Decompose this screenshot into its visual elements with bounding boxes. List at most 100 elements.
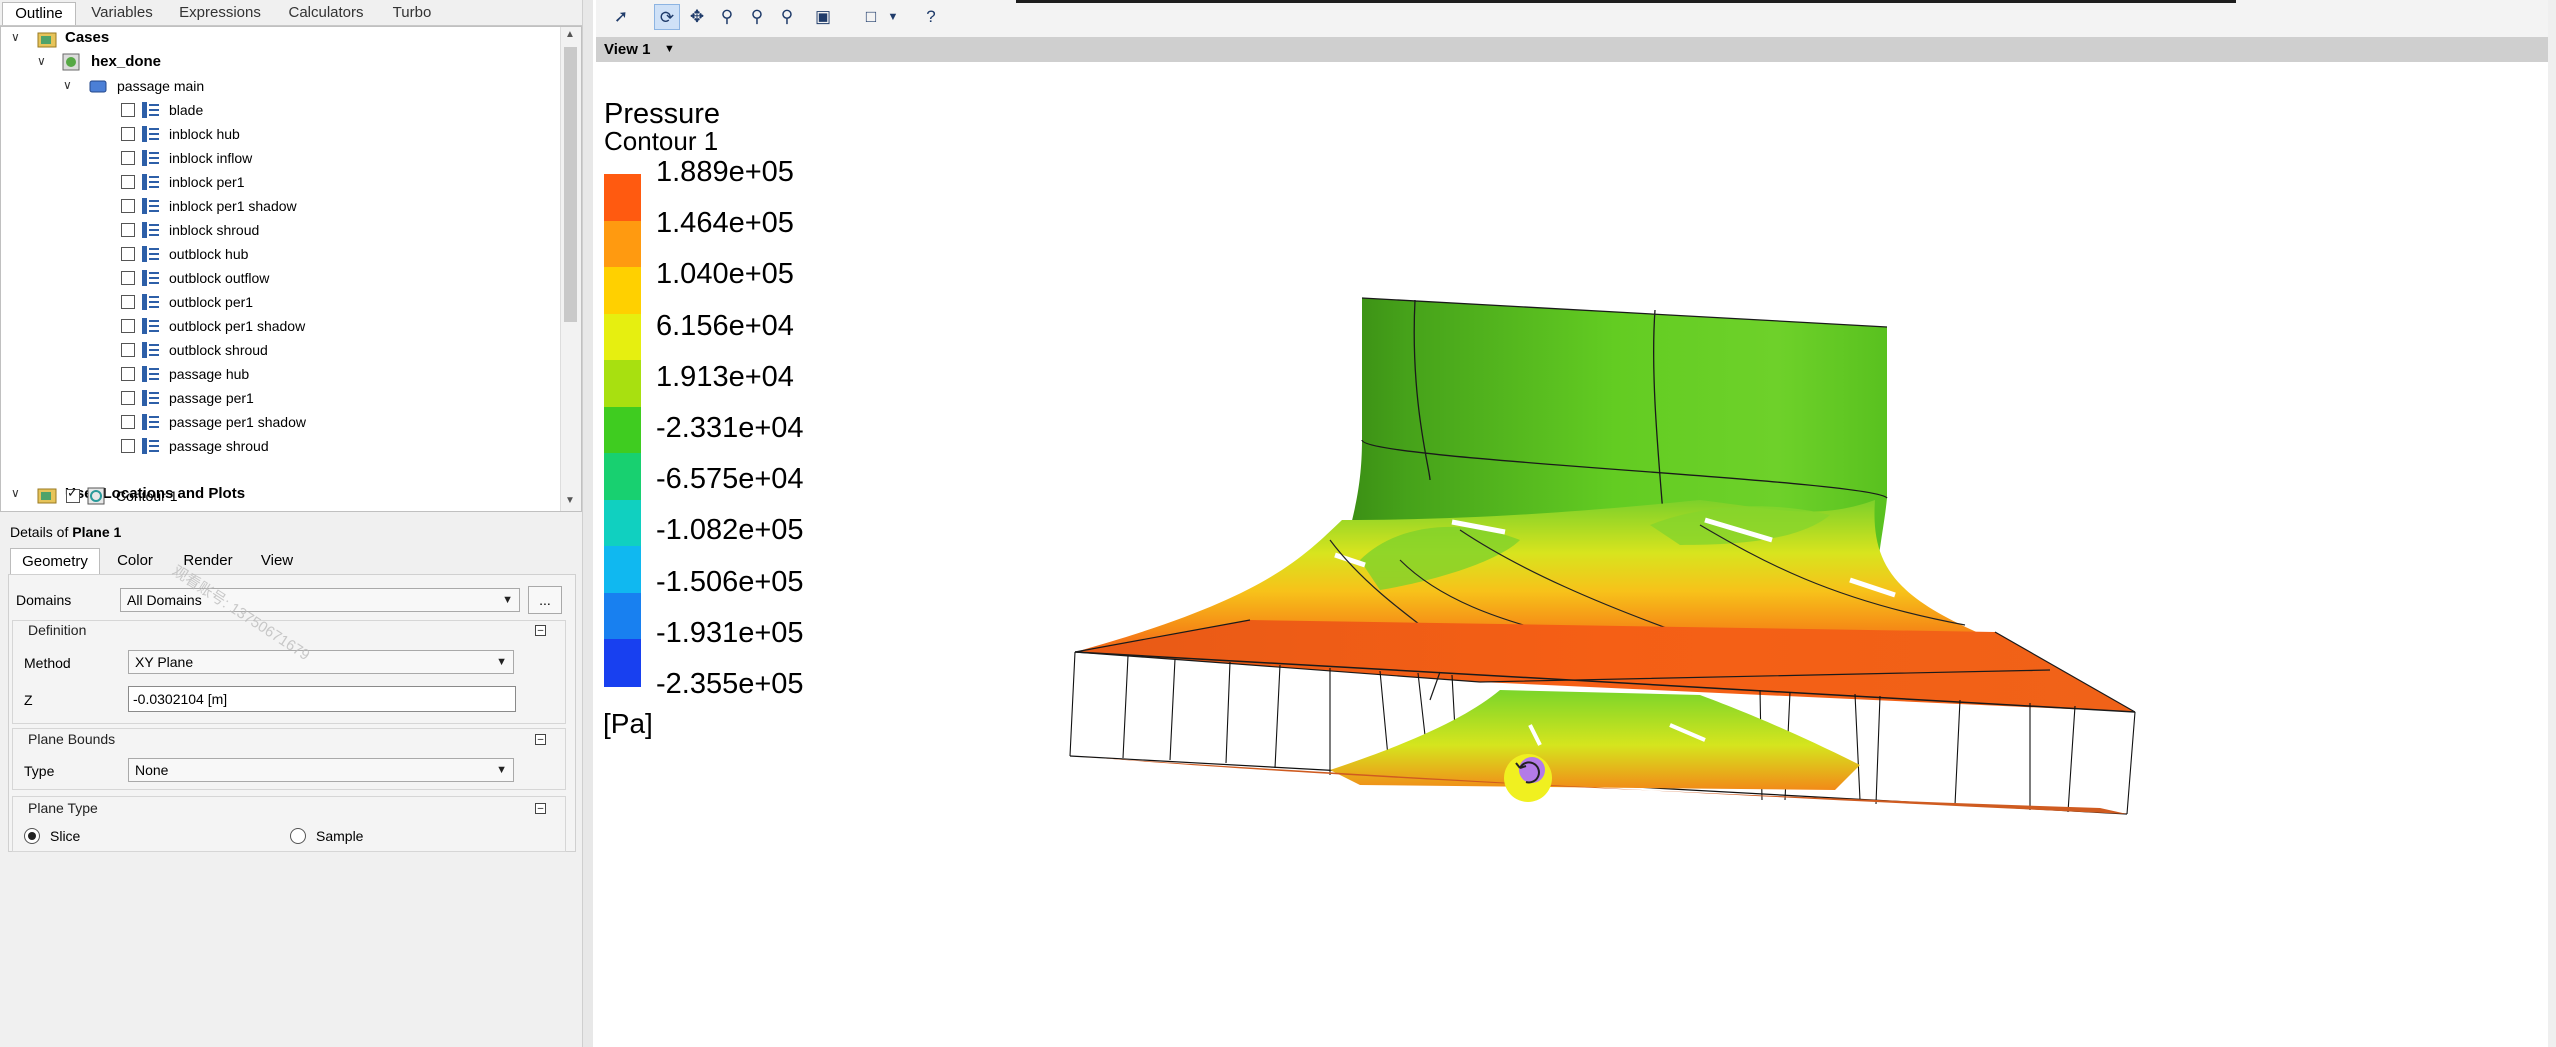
zoom-box-icon[interactable]: ⚲ [774,4,800,30]
plane-type-label: Plane Type [28,800,98,816]
tab-outline[interactable]: Outline [2,2,76,25]
region-label[interactable]: passage shroud [169,435,269,457]
type-label: Type [24,763,55,779]
type-select[interactable]: None ▼ [128,758,514,782]
region-checkbox[interactable] [121,103,135,117]
region-checkbox[interactable] [121,151,135,165]
contour-checkbox[interactable] [66,485,80,503]
contour-label[interactable]: Contour 1 [116,485,177,507]
legend-tick-label: 1.889e+05 [656,156,794,188]
region-checkbox[interactable] [121,391,135,405]
expand-user-locations-icon[interactable]: ∨ [11,486,20,500]
collapse-plane-type-icon[interactable]: – [535,803,546,814]
boundary-icon [142,150,159,166]
tab-variables[interactable]: Variables [82,2,162,24]
details-title-prefix: Details of [10,524,73,540]
boundary-icon [142,246,159,262]
domains-select[interactable]: All Domains ▼ [120,588,520,612]
scroll-down-icon[interactable]: ▼ [565,495,575,506]
region-label[interactable]: passage per1 [169,387,254,409]
region-label[interactable]: passage per1 shadow [169,411,306,433]
region-checkbox[interactable] [121,439,135,453]
region-checkbox[interactable] [121,271,135,285]
tab-turbo[interactable]: Turbo [384,2,440,24]
tab-color[interactable]: Color [104,548,166,574]
pan-icon[interactable]: ✥ [684,4,710,30]
region-checkbox[interactable] [121,343,135,357]
boundary-icon [142,318,159,334]
boundary-icon [142,270,159,286]
boundary-icon [142,414,159,430]
view-selector-chevron-icon[interactable]: ▼ [664,43,675,55]
legend-tick-label: -1.931e+05 [656,616,804,649]
viewer-toolbar: ➚ ⟳ ✥ ⚲ ⚲ ⚲ ▣ □ ▼ ? [596,0,2556,37]
boundary-icon [142,222,159,238]
region-checkbox[interactable] [121,223,135,237]
domain-name[interactable]: passage main [117,75,204,97]
region-label[interactable]: outblock outflow [169,267,269,289]
expand-cases-icon[interactable]: ∨ [11,30,20,44]
right-edge-scrollbar[interactable] [2548,0,2556,1047]
panel-splitter[interactable] [582,0,593,1047]
region-checkbox[interactable] [121,247,135,261]
slice-radio[interactable] [24,828,40,844]
legend-tick-label: 6.156e+04 [656,309,794,342]
rotate-icon[interactable]: ⟳ [654,4,680,30]
legend-subtitle: Contour 1 [604,126,719,156]
region-label[interactable]: blade [169,99,203,121]
tree-scroll-thumb[interactable] [564,47,577,322]
region-label[interactable]: inblock shroud [169,219,259,241]
legend-color-swatch [604,639,641,687]
collapse-plane-bounds-icon[interactable]: – [535,734,546,745]
method-select[interactable]: XY Plane ▼ [128,650,514,674]
legend-color-swatch [604,499,641,548]
sample-radio[interactable] [290,828,306,844]
cases-label[interactable]: Cases [65,27,109,49]
boundary-icon [142,102,159,118]
region-checkbox[interactable] [121,367,135,381]
region-label[interactable]: outblock shroud [169,339,268,361]
region-label[interactable]: inblock inflow [169,147,252,169]
tab-expressions[interactable]: Expressions [170,2,270,24]
chevron-down-icon: ▼ [496,764,507,776]
region-label[interactable]: outblock per1 [169,291,253,313]
region-checkbox[interactable] [121,127,135,141]
select-icon[interactable]: ➚ [608,4,634,30]
tab-view[interactable]: View [250,548,304,574]
region-checkbox[interactable] [121,199,135,213]
scroll-up-icon[interactable]: ▲ [565,29,575,40]
tab-geometry[interactable]: Geometry [10,548,100,575]
region-checkbox[interactable] [121,319,135,333]
view-selector-label[interactable]: View 1 [604,41,650,58]
z-field[interactable]: -0.0302104 [m] [128,686,516,712]
collapse-definition-icon[interactable]: – [535,625,546,636]
zoom-in-icon[interactable]: ⚲ [744,4,770,30]
region-label[interactable]: passage hub [169,363,249,385]
legend-color-swatch [604,453,641,501]
region-label[interactable]: outblock hub [169,243,248,265]
region-label[interactable]: outblock per1 shadow [169,315,305,337]
expand-case-icon[interactable]: ∨ [37,54,46,68]
contour-icon [87,487,105,505]
region-label[interactable]: inblock per1 [169,171,245,193]
boundary-icon [142,390,159,406]
expand-domain-icon[interactable]: ∨ [63,78,72,92]
zoom-icon[interactable]: ⚲ [714,4,740,30]
boundary-icon [142,174,159,190]
tree-scrollbar[interactable]: ▲ ▼ [560,27,581,511]
region-checkbox[interactable] [121,175,135,189]
legend-tick-label: 1.913e+04 [656,360,794,393]
chevron-down-icon[interactable]: ▼ [880,4,906,30]
region-label[interactable]: inblock hub [169,123,240,145]
help-icon[interactable]: ? [918,4,944,30]
region-checkbox[interactable] [121,415,135,429]
3d-viewport[interactable] [596,62,2548,1047]
region-checkbox[interactable] [121,295,135,309]
region-label[interactable]: inblock per1 shadow [169,195,297,217]
tab-calculators[interactable]: Calculators [278,2,374,24]
domains-ellipsis-button[interactable]: ... [528,586,562,614]
outline-tree: ∨ Cases ∨ hex_done ∨ passage main blade i… [0,26,582,512]
fit-view-icon[interactable]: ▣ [810,4,836,30]
case-name[interactable]: hex_done [91,51,161,73]
geometry-render[interactable] [596,62,2548,1047]
